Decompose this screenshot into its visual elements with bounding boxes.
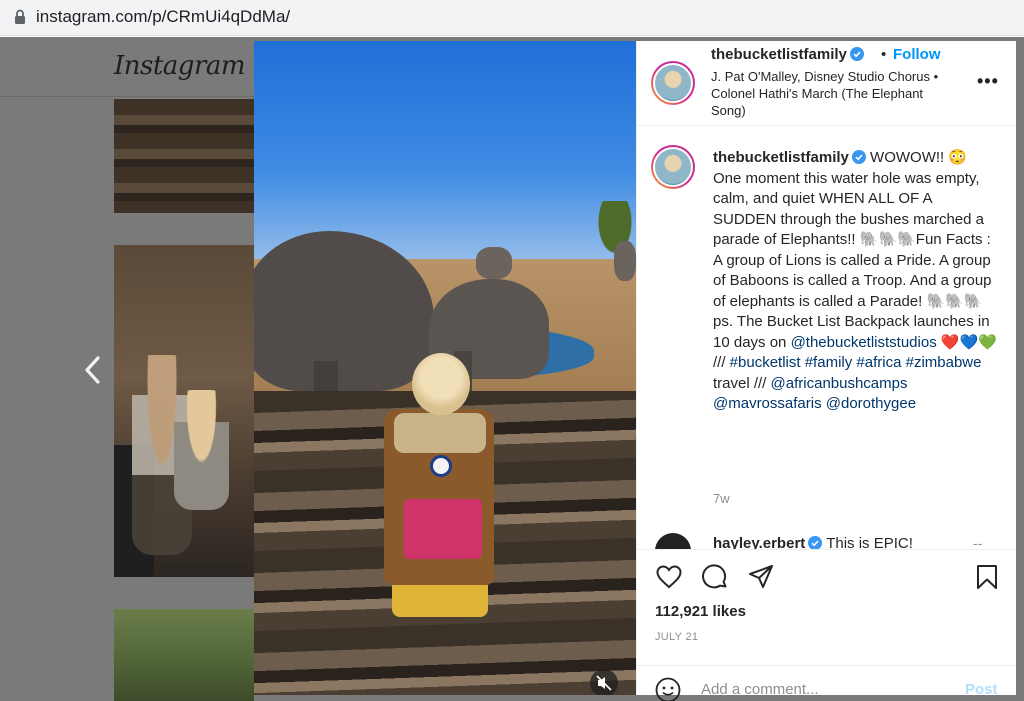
hashtag-link[interactable]: #zimbabwe xyxy=(906,354,982,371)
comment-username[interactable]: hayley.erbert xyxy=(713,535,805,549)
verified-icon xyxy=(851,150,866,164)
heart-icon[interactable] xyxy=(655,563,683,591)
share-icon[interactable] xyxy=(747,563,775,591)
mention-link[interactable]: @mavrossafaris xyxy=(713,395,822,412)
post-username[interactable]: thebucketlistfamily xyxy=(711,46,864,63)
grid-thumbnail[interactable] xyxy=(114,99,254,213)
comment-options[interactable]: -- xyxy=(973,535,982,549)
avatar[interactable] xyxy=(651,145,695,189)
lock-icon xyxy=(15,9,25,24)
hashtag-link[interactable]: #bucketlist xyxy=(730,354,801,371)
instagram-header: Instagram xyxy=(0,37,254,97)
post-comment-button[interactable]: Post xyxy=(965,681,998,698)
post-media-video[interactable] xyxy=(254,41,636,695)
audio-track[interactable]: J. Pat O'Malley, Disney Studio Chorus • … xyxy=(711,68,961,119)
mention-link[interactable]: @africanbushcamps xyxy=(771,375,908,392)
url-text[interactable]: instagram.com/p/CRmUi4qDdMa/ xyxy=(36,7,290,27)
comment-row: hayley.erbert This is EPIC! -- xyxy=(637,531,1017,549)
grid-thumbnail[interactable] xyxy=(114,609,254,701)
hashtag-link[interactable]: #family xyxy=(805,354,853,371)
avatar[interactable] xyxy=(651,61,695,105)
caption-age[interactable]: 7w xyxy=(713,491,730,506)
mute-icon xyxy=(596,675,612,691)
emoji-icon[interactable] xyxy=(655,677,681,701)
follow-button[interactable]: Follow xyxy=(893,46,941,63)
follow-separator: • xyxy=(881,46,887,63)
bookmark-icon[interactable] xyxy=(973,563,1001,591)
add-comment-input[interactable] xyxy=(701,681,941,698)
mention-link[interactable]: @thebucketliststudios xyxy=(791,334,937,351)
avatar[interactable] xyxy=(655,533,691,549)
more-options-button[interactable]: ••• xyxy=(977,71,999,92)
verified-icon xyxy=(808,536,823,549)
post-details-panel: thebucketlistfamily • Follow J. Pat O'Ma… xyxy=(636,41,1017,701)
comment-text: This is EPIC! xyxy=(826,535,913,549)
browser-address-bar[interactable]: instagram.com/p/CRmUi4qDdMa/ xyxy=(0,0,1024,36)
mute-button[interactable] xyxy=(590,669,618,695)
likes-count[interactable]: 112,921 likes xyxy=(655,603,746,620)
chevron-left-icon[interactable] xyxy=(82,355,104,385)
post-caption: thebucketlistfamily WOWOW!! 😳 One moment… xyxy=(713,149,997,412)
hashtag-link[interactable]: #africa xyxy=(856,354,901,371)
comment-icon[interactable] xyxy=(701,563,729,591)
mention-link[interactable]: @dorothygee xyxy=(826,395,916,412)
post-date[interactable]: JULY 21 xyxy=(655,631,698,643)
caption-username[interactable]: thebucketlistfamily xyxy=(713,149,849,166)
verified-icon xyxy=(849,47,864,61)
instagram-logo[interactable]: Instagram xyxy=(114,51,246,81)
grid-thumbnail[interactable] xyxy=(114,245,254,577)
